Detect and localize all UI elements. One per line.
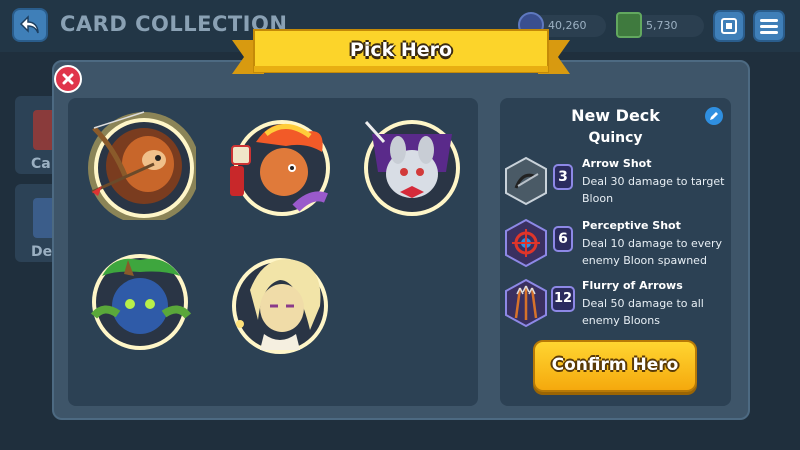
card-title: Flurry of Arrows <box>582 279 683 292</box>
hero-ezili-portrait <box>364 120 460 216</box>
hero-quincy[interactable] <box>84 108 196 220</box>
hero-obyn-portrait <box>90 254 192 350</box>
close-icon <box>62 73 74 85</box>
cash-value: 5,730 <box>646 19 678 32</box>
card-collection-icon <box>721 18 737 34</box>
hero-card-flurry-of-arrows: 12 Flurry of Arrows Deal 50 damage to al… <box>502 276 730 332</box>
card-title: Arrow Shot <box>582 157 652 170</box>
back-button[interactable] <box>12 8 48 42</box>
menu-button[interactable] <box>753 10 785 42</box>
cash-icon <box>616 12 642 38</box>
hamburger-menu-icon <box>760 19 778 34</box>
card-cost: 12 <box>551 286 575 312</box>
card-description: Deal 30 damage to target Bloon <box>582 175 725 205</box>
side-tab-label: De <box>31 244 53 260</box>
perceptive-shot-icon <box>505 218 547 268</box>
hero-quincy-portrait <box>88 111 196 220</box>
cash-counter: 5,730 <box>616 12 704 38</box>
card-description: Deal 50 damage to all enemy Bloons <box>582 297 704 327</box>
pencil-icon <box>710 112 718 120</box>
edit-deck-button[interactable] <box>705 107 723 125</box>
hero-gwendolin-portrait <box>230 120 330 216</box>
selected-hero-name: Quincy <box>588 130 643 146</box>
deck-name: New Deck <box>571 106 660 125</box>
card-cost: 3 <box>553 164 573 190</box>
modal-title: Pick Hero <box>349 39 453 61</box>
card-cost: 6 <box>553 226 573 252</box>
back-arrow-icon <box>19 15 39 34</box>
close-button[interactable] <box>54 65 82 93</box>
flurry-of-arrows-icon <box>505 278 547 328</box>
side-tab-label: Ca <box>31 156 51 172</box>
hero-adora-portrait <box>232 258 328 354</box>
card-description: Deal 10 damage to every enemy Bloon spaw… <box>582 237 723 267</box>
hero-card-arrow-shot: 3 Arrow Shot Deal 30 damage to target Bl… <box>502 154 730 210</box>
collection-button[interactable] <box>713 10 745 42</box>
confirm-hero-button[interactable]: Confirm Hero <box>533 340 697 392</box>
hero-card-perceptive-shot: 6 Perceptive Shot Deal 10 damage to ever… <box>502 216 730 272</box>
hero-gwendolin[interactable] <box>226 112 338 224</box>
hero-ezili[interactable] <box>356 112 468 224</box>
title-ribbon: Pick Hero <box>232 26 570 84</box>
hero-adora[interactable] <box>224 250 336 362</box>
card-title: Perceptive Shot <box>582 219 681 232</box>
arrow-shot-icon <box>505 156 547 206</box>
hero-obyn[interactable] <box>84 246 196 358</box>
